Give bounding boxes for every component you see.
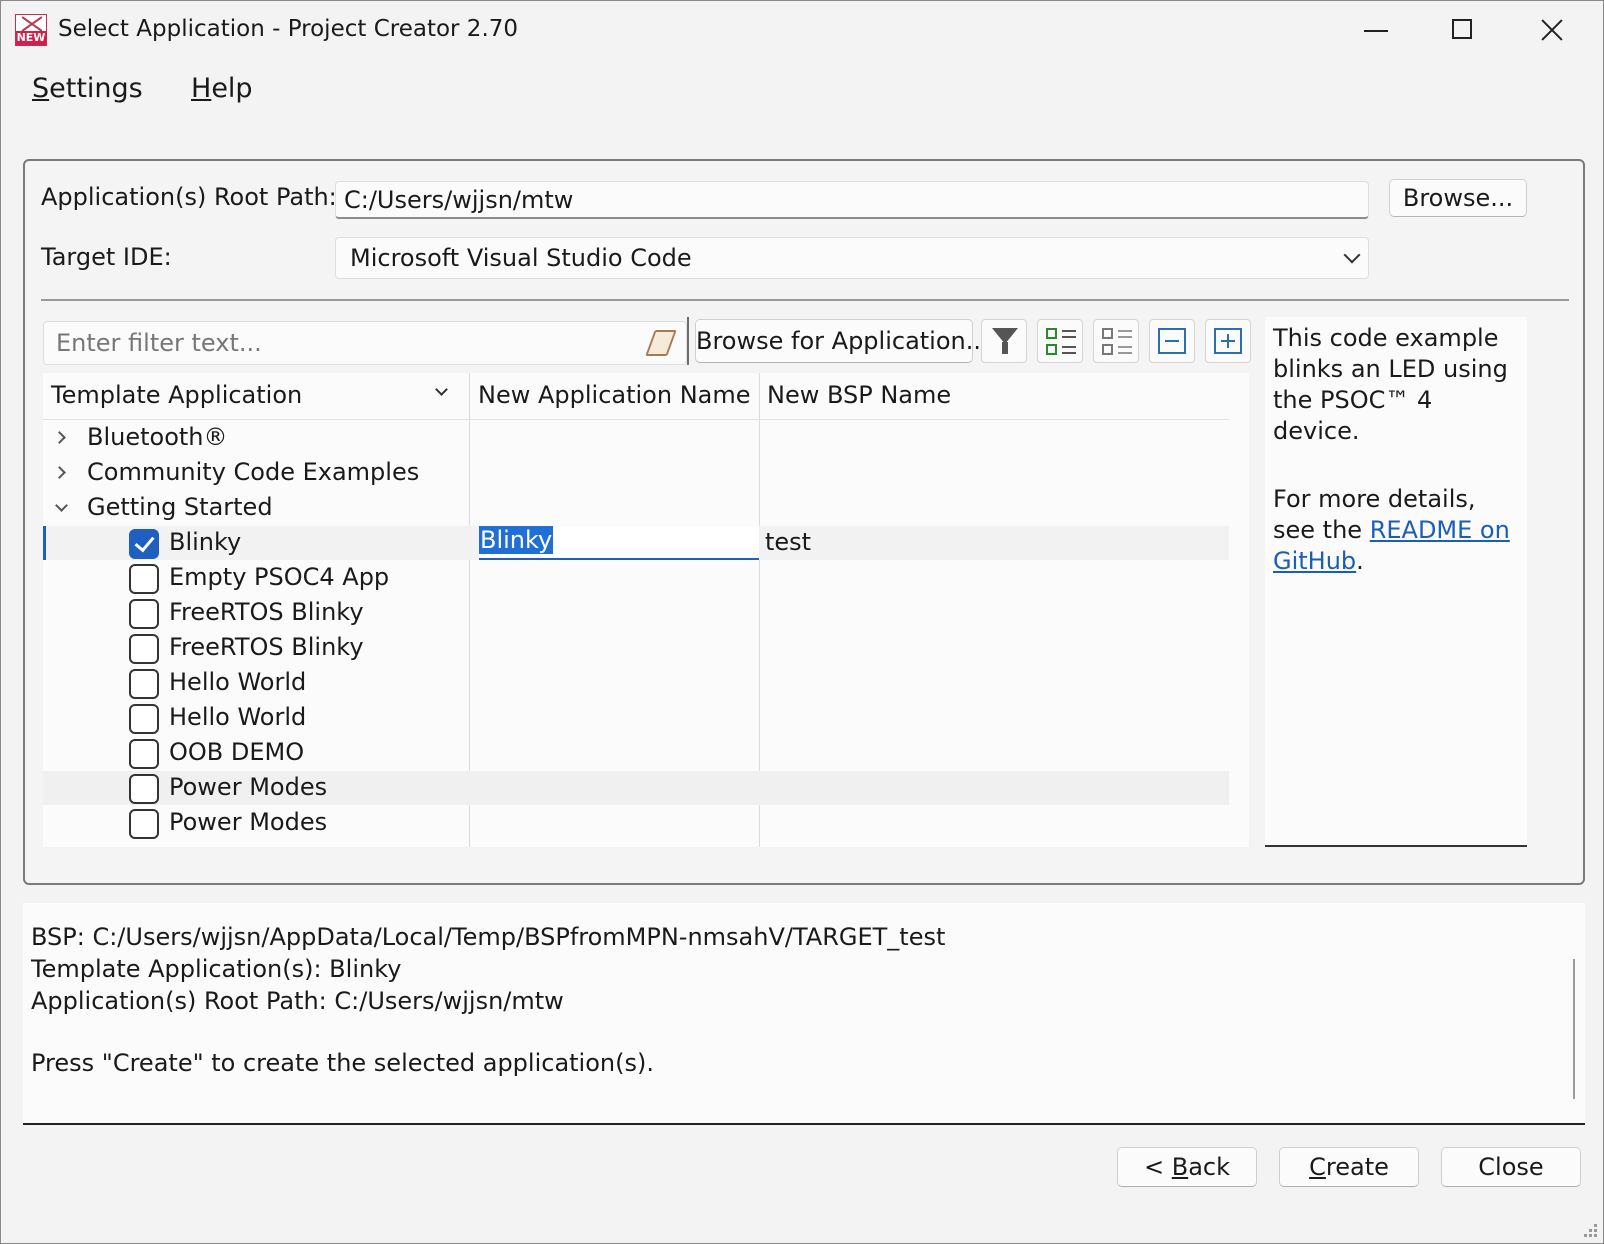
item-checkbox[interactable] bbox=[129, 634, 159, 664]
item-checkbox[interactable] bbox=[129, 529, 159, 559]
item-checkbox[interactable] bbox=[129, 739, 159, 769]
table-row[interactable]: Power Modes bbox=[43, 806, 1229, 840]
expand-all-button[interactable] bbox=[1205, 319, 1251, 363]
maximize-button[interactable] bbox=[1419, 1, 1511, 59]
window-title: Select Application - Project Creator 2.7… bbox=[58, 16, 519, 42]
table-row[interactable]: Blinky Blinky test bbox=[43, 526, 1229, 560]
create-button[interactable]: Create bbox=[1279, 1147, 1419, 1187]
clear-filter-icon[interactable] bbox=[645, 330, 677, 356]
menu-bar: Settings Help bbox=[1, 65, 1603, 115]
maximize-icon bbox=[1452, 19, 1472, 39]
table-row[interactable]: OOB DEMO bbox=[43, 736, 1229, 770]
project-creator-icon: NEW bbox=[15, 14, 47, 46]
collapse-icon bbox=[1158, 328, 1186, 354]
close-window-button[interactable] bbox=[1509, 1, 1601, 59]
deselect-all-button[interactable] bbox=[1093, 319, 1139, 363]
table-row[interactable]: Empty PSOC4 App bbox=[43, 561, 1229, 595]
item-checkbox[interactable] bbox=[129, 599, 159, 629]
tree-category[interactable]: Getting Started bbox=[43, 491, 1229, 525]
app-window: NEW Select Application - Project Creator… bbox=[0, 0, 1604, 1244]
item-checkbox[interactable] bbox=[129, 704, 159, 734]
root-path-input[interactable]: C:/Users/wjjsn/mtw bbox=[335, 181, 1369, 219]
browse-for-application-button[interactable]: Browse for Application... bbox=[695, 319, 989, 363]
select-all-button[interactable] bbox=[1037, 319, 1083, 363]
chevron-down-icon bbox=[55, 499, 68, 512]
menu-settings[interactable]: Settings bbox=[32, 73, 143, 104]
table-row[interactable]: FreeRTOS Blinky bbox=[43, 596, 1229, 630]
sort-chevron-icon bbox=[435, 383, 448, 396]
browse-button[interactable]: Browse... bbox=[1389, 179, 1527, 217]
new-application-name-input[interactable]: Blinky bbox=[479, 526, 759, 560]
minimize-button[interactable] bbox=[1331, 1, 1423, 59]
back-button[interactable]: < Back bbox=[1117, 1147, 1257, 1187]
item-checkbox[interactable] bbox=[129, 564, 159, 594]
new-bsp-name[interactable]: test bbox=[765, 528, 811, 556]
resize-grip-icon[interactable] bbox=[1583, 1223, 1597, 1237]
tree-category[interactable]: Bluetooth® bbox=[43, 421, 1229, 455]
template-application-table[interactable]: Template Application New Application Nam… bbox=[43, 373, 1249, 847]
filter-input[interactable]: Enter filter text... bbox=[43, 321, 687, 365]
description-more: For more details, see the README on GitH… bbox=[1273, 485, 1510, 575]
description-panel: This code example blinks an LED using th… bbox=[1265, 317, 1527, 847]
section-separator bbox=[41, 299, 1569, 301]
target-ide-select[interactable]: Microsoft Visual Studio Code bbox=[335, 237, 1369, 279]
item-checkbox[interactable] bbox=[129, 774, 159, 804]
table-row[interactable]: Power Modes bbox=[43, 771, 1229, 805]
tree-category[interactable]: Community Code Examples bbox=[43, 456, 1229, 490]
collapse-all-button[interactable] bbox=[1149, 319, 1195, 363]
filter-button[interactable] bbox=[981, 319, 1027, 363]
output-bsp: BSP: C:/Users/wjjsn/AppData/Local/Temp/B… bbox=[31, 923, 946, 951]
root-path-label: Application(s) Root Path: bbox=[41, 183, 337, 211]
minimize-icon bbox=[1364, 30, 1388, 32]
table-row[interactable]: Hello World bbox=[43, 701, 1229, 735]
summary-output: BSP: C:/Users/wjjsn/AppData/Local/Temp/B… bbox=[23, 903, 1585, 1125]
title-bar[interactable]: NEW Select Application - Project Creator… bbox=[1, 1, 1603, 59]
description-text: This code example blinks an LED using th… bbox=[1273, 324, 1508, 445]
output-instructions: Press "Create" to create the selected ap… bbox=[31, 1049, 654, 1077]
application-group: Application(s) Root Path: C:/Users/wjjsn… bbox=[23, 159, 1585, 885]
item-checkbox[interactable] bbox=[129, 669, 159, 699]
item-checkbox[interactable] bbox=[129, 809, 159, 839]
table-row[interactable]: Hello World bbox=[43, 666, 1229, 700]
toolbar-separator bbox=[687, 317, 689, 365]
output-scrollbar[interactable] bbox=[1573, 959, 1575, 1099]
column-header-app-name[interactable]: New Application Name bbox=[470, 373, 759, 419]
target-ide-label: Target IDE: bbox=[41, 243, 172, 271]
target-ide-value: Microsoft Visual Studio Code bbox=[350, 244, 692, 272]
expand-icon bbox=[1214, 328, 1242, 354]
filter-placeholder: Enter filter text... bbox=[56, 329, 262, 357]
close-button[interactable]: Close bbox=[1441, 1147, 1581, 1187]
chevron-down-icon bbox=[1343, 246, 1361, 264]
chevron-right-icon bbox=[53, 431, 66, 444]
chevron-right-icon bbox=[53, 466, 66, 479]
menu-help[interactable]: Help bbox=[191, 73, 253, 104]
column-header-bsp-name[interactable]: New BSP Name bbox=[759, 373, 1229, 419]
column-header-template[interactable]: Template Application bbox=[43, 373, 469, 419]
icon-badge: NEW bbox=[16, 31, 46, 45]
table-row[interactable]: FreeRTOS Blinky bbox=[43, 631, 1229, 665]
output-root-path: Application(s) Root Path: C:/Users/wjjsn… bbox=[31, 987, 564, 1015]
output-template: Template Application(s): Blinky bbox=[31, 955, 402, 983]
